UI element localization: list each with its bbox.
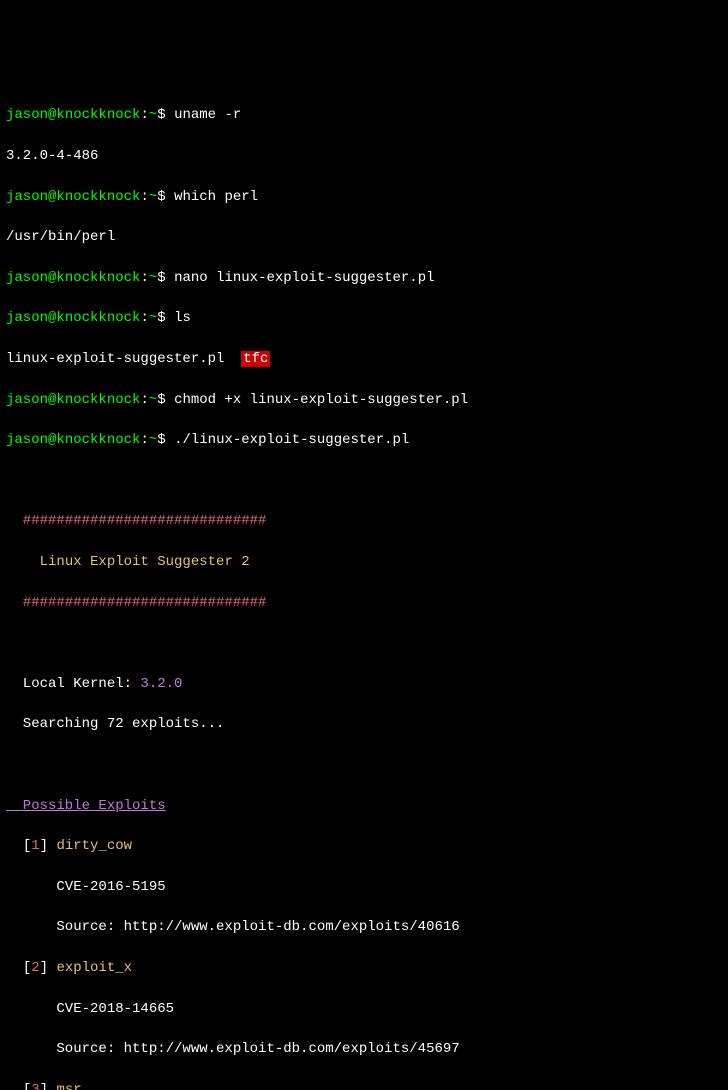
banner-title: Linux Exploit Suggester 2 [40,554,250,570]
exploit-index: 1 [31,838,39,854]
output-ls: linux-exploit-suggester.pl tfc [6,349,722,369]
prompt-user: jason [6,107,48,123]
exploit-name: exploit_x [56,960,132,976]
prompt-line-1: jason@knockknock:~$ uname -r [6,105,722,125]
exploit-cve: CVE-2016-5195 [6,877,722,897]
exploit-source: Source: http://www.exploit-db.com/exploi… [6,917,722,937]
exploit-name: dirty_cow [56,838,132,854]
banner-title-line: Linux Exploit Suggester 2 [6,552,722,572]
kernel-version: 3.2.0 [140,676,182,692]
output-uname: 3.2.0-4-486 [6,146,722,166]
banner-bottom: ############################# [6,593,722,613]
ls-file-tfc: tfc [241,351,270,367]
exploit-item-2: [2] exploit_x [6,958,722,978]
exploit-item-3: [3] msr [6,1080,722,1090]
command-which: which perl [174,189,258,205]
exploit-index: 2 [31,960,39,976]
prompt-line-2: jason@knockknock:~$ which perl [6,187,722,207]
command-ls: ls [174,310,191,326]
prompt-line-3: jason@knockknock:~$ nano linux-exploit-s… [6,268,722,288]
prompt-line-6: jason@knockknock:~$ ./linux-exploit-sugg… [6,430,722,450]
exploit-source: Source: http://www.exploit-db.com/exploi… [6,1039,722,1059]
command-uname: uname -r [174,107,241,123]
possible-exploits-header: Possible Exploits [6,796,722,816]
banner-top: ############################# [6,511,722,531]
prompt-host: knockknock [56,107,140,123]
ls-file-pl: linux-exploit-suggester.pl [6,351,224,367]
terminal-output[interactable]: jason@knockknock:~$ uname -r 3.2.0-4-486… [6,85,722,1090]
searching-line: Searching 72 exploits... [6,714,722,734]
command-nano: nano linux-exploit-suggester.pl [174,270,434,286]
exploit-cve: CVE-2018-14665 [6,999,722,1019]
command-run-script: ./linux-exploit-suggester.pl [174,432,409,448]
output-which: /usr/bin/perl [6,227,722,247]
prompt-line-4: jason@knockknock:~$ ls [6,308,722,328]
command-chmod: chmod +x linux-exploit-suggester.pl [174,392,468,408]
blank-line [6,633,722,653]
exploit-name: msr [56,1082,81,1090]
exploit-item-1: [1] dirty_cow [6,836,722,856]
exploit-index: 3 [31,1082,39,1090]
blank-line [6,471,722,491]
kernel-line: Local Kernel: 3.2.0 [6,674,722,694]
prompt-line-5: jason@knockknock:~$ chmod +x linux-explo… [6,390,722,410]
blank-line [6,755,722,775]
